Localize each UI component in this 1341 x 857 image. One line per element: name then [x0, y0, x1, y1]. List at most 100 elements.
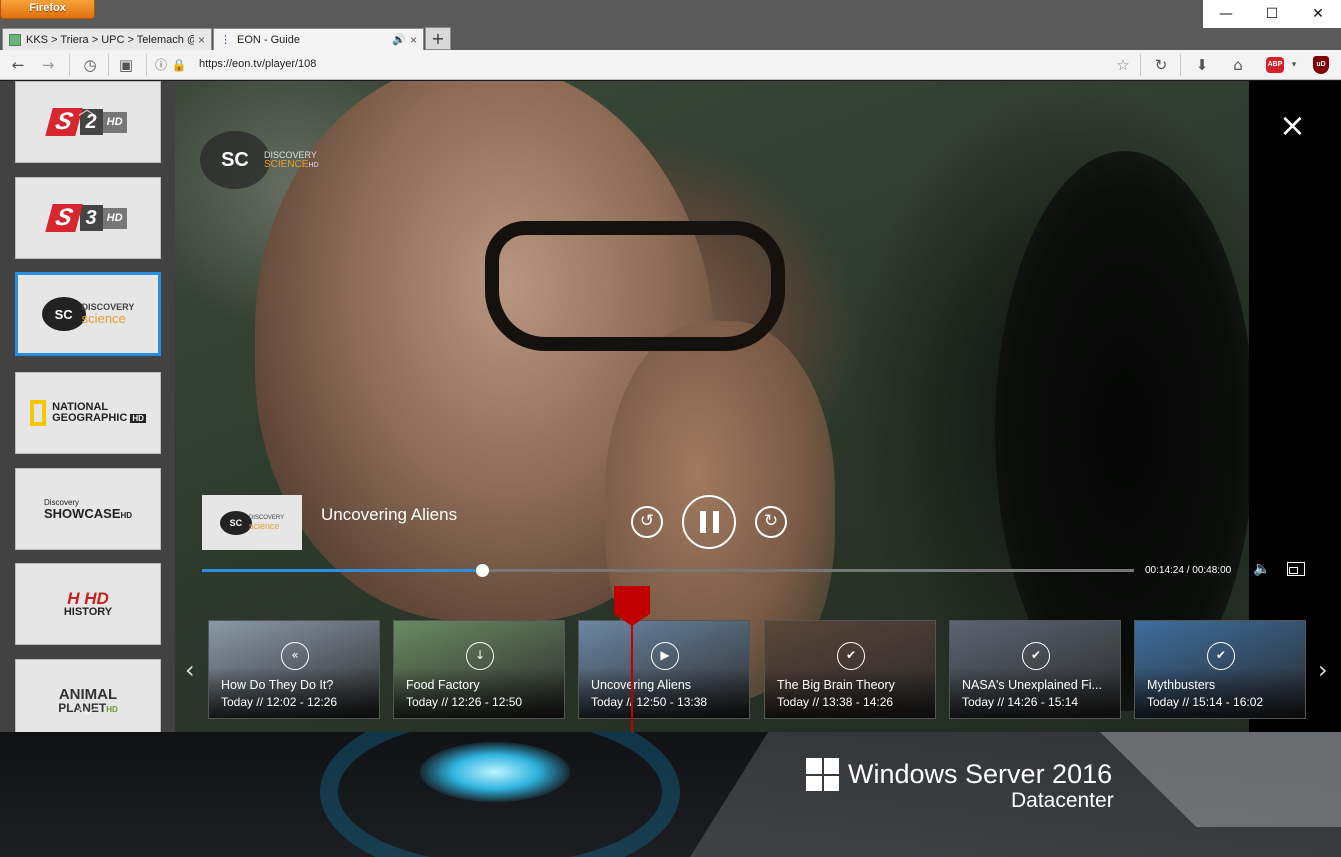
program-action-icon[interactable]: ▶ [651, 642, 679, 670]
channel-item-s3[interactable]: S 3 HD [15, 177, 161, 259]
channel-item-discovery-showcase[interactable]: Discovery SHOWCASEHD [15, 468, 161, 550]
now-marker-line [631, 621, 633, 732]
tab-kks[interactable]: KKS > Triera > UPC > Telemach @ ... × [2, 28, 212, 50]
hd-badge: HD [308, 161, 319, 169]
rewind-button[interactable]: ↺ [631, 506, 663, 538]
close-player-icon[interactable]: × [1279, 109, 1306, 141]
title-bar: Firefox — ☐ ✕ [0, 0, 1341, 28]
s-logo-icon: S [45, 204, 84, 232]
channel-logo: SC DISCOVERY science [41, 297, 134, 331]
hd-badge: HD [102, 111, 127, 133]
logo-text-bottom: HISTORY [63, 606, 113, 618]
history-clock-icon[interactable]: ◷ [80, 55, 100, 75]
program-time: Today // 13:38 - 14:26 [777, 695, 894, 709]
download-icon[interactable]: ⬇ [1192, 55, 1212, 75]
program-time: Today // 12:50 - 13:38 [591, 695, 708, 709]
minimize-button[interactable]: — [1203, 0, 1249, 28]
firefox-menu-button[interactable]: Firefox [0, 0, 95, 19]
separator [1140, 54, 1141, 76]
progress-bar[interactable] [202, 564, 1134, 577]
timecode: 00:14:24 / 00:48:00 [1145, 565, 1232, 576]
separator [69, 54, 70, 76]
program-title: Uncovering Aliens [591, 678, 692, 692]
progress-knob[interactable] [475, 564, 489, 577]
channel-item-national-geographic[interactable]: NATIONAL GEOGRAPHIC HD [15, 372, 161, 454]
chevron-up-icon[interactable]: ︿ [78, 95, 96, 121]
windows-logo-icon [806, 758, 839, 791]
page-icon [9, 33, 21, 46]
bookmark-star-icon[interactable]: ☆ [1113, 55, 1133, 75]
program-shade [394, 668, 564, 718]
reload-icon[interactable]: ↻ [1151, 55, 1171, 75]
speaker-icon[interactable]: 🔊 [392, 33, 406, 46]
program-action-icon[interactable]: ✔ [1207, 642, 1235, 670]
bookmarks-star-icon[interactable]: ▣ [116, 55, 136, 75]
channel-number: 3 [79, 205, 103, 231]
program-time: Today // 12:26 - 12:50 [406, 695, 523, 709]
forward-button[interactable]: ↻ [755, 506, 787, 538]
logo-text-bottom: GEOGRAPHIC [52, 412, 128, 424]
new-tab-button[interactable]: + [425, 27, 451, 50]
adblock-plus-icon[interactable]: ABP [1266, 57, 1284, 73]
channel-logo: S 3 HD [45, 204, 127, 232]
channel-item-history[interactable]: H HD HISTORY [15, 563, 161, 645]
now-playing-thumbnail: SC DISCOVERY science [202, 495, 302, 550]
desktop-background: Windows Server 2016 Datacenter [0, 732, 1341, 857]
program-action-icon[interactable]: « [281, 642, 309, 670]
program-title: How Do They Do It? [221, 678, 334, 692]
tab-eon-guide[interactable]: ⋮ EON - Guide 🔊 × [213, 28, 424, 50]
program-title: NASA's Unexplained Fi... [962, 678, 1102, 692]
url-field[interactable]: https://eon.tv/player/108 [199, 58, 316, 70]
program-card[interactable]: ✔ Mythbusters Today // 15:14 - 16:02 [1134, 620, 1306, 719]
logo-text-bottom: science [248, 520, 280, 531]
program-time: Today // 12:02 - 12:26 [221, 695, 338, 709]
history-logo-icon: H HD [67, 589, 109, 608]
program-card[interactable]: ✔ The Big Brain Theory Today // 13:38 - 14… [764, 620, 936, 719]
channel-sidebar: S 2 HD ︿ S 3 HD SC DISCOVERY science NAT… [0, 81, 175, 732]
info-icon[interactable]: ⓘ [151, 55, 171, 75]
chevron-down-icon[interactable]: ▾ [1284, 55, 1304, 75]
forward-arrow-icon[interactable]: → [38, 55, 58, 75]
program-shade [209, 668, 379, 718]
separator [146, 54, 147, 76]
close-window-button[interactable]: ✕ [1295, 0, 1341, 28]
program-card[interactable]: ▶ Uncovering Aliens Today // 12:50 - 13:38 [578, 620, 750, 719]
os-edition: Datacenter [1011, 789, 1114, 812]
eon-favicon-icon: ⋮ [220, 33, 231, 46]
guide-prev-arrow-icon[interactable]: ‹ [185, 656, 195, 684]
program-title: Food Factory [406, 678, 480, 692]
program-card[interactable]: ✔ NASA's Unexplained Fi... Today // 14:26 … [949, 620, 1121, 719]
pause-bar-icon [699, 511, 706, 533]
chevron-down-icon[interactable]: ﹀ [78, 703, 96, 729]
back-arrow-icon[interactable]: ← [8, 55, 28, 75]
channel-watermark: SC DISCOVERY SCIENCEHD [200, 131, 319, 189]
home-icon[interactable]: ⌂ [1228, 55, 1248, 75]
volume-icon[interactable]: 🔈 [1253, 561, 1270, 577]
program-card[interactable]: ↓ Food Factory Today // 12:26 - 12:50 [393, 620, 565, 719]
tab-close-icon[interactable]: × [198, 33, 205, 47]
hd-badge: HD [106, 704, 118, 714]
separator [108, 54, 109, 76]
tab-close-icon[interactable]: × [410, 33, 417, 47]
maximize-button[interactable]: ☐ [1249, 0, 1295, 28]
program-card[interactable]: « How Do They Do It? Today // 12:02 - 12:2… [208, 620, 380, 719]
program-action-icon[interactable]: ↓ [466, 642, 494, 670]
program-shade [1135, 668, 1305, 718]
tab-label: EON - Guide [237, 33, 300, 46]
pause-bar-icon [712, 511, 719, 533]
program-action-icon[interactable]: ✔ [1022, 642, 1050, 670]
picture-in-picture-icon[interactable] [1287, 562, 1305, 576]
logo-text-top: ANIMAL [58, 685, 118, 703]
tab-label: KKS > Triera > UPC > Telemach @ ... [26, 33, 194, 46]
sc-badge-icon: SC [219, 510, 252, 535]
pause-button[interactable] [682, 495, 736, 549]
guide-next-arrow-icon[interactable]: › [1318, 656, 1328, 684]
channel-item-s2[interactable]: S 2 HD [15, 81, 161, 163]
program-action-icon[interactable]: ✔ [837, 642, 865, 670]
program-time: Today // 14:26 - 15:14 [962, 695, 1079, 709]
ublock-icon[interactable]: uD [1313, 56, 1329, 74]
hd-badge: HD [120, 510, 133, 520]
channel-item-discovery-science[interactable]: SC DISCOVERY science [15, 272, 161, 356]
tab-bar: KKS > Triera > UPC > Telemach @ ... × ⋮ … [0, 28, 1341, 50]
progress-fill [202, 569, 482, 572]
